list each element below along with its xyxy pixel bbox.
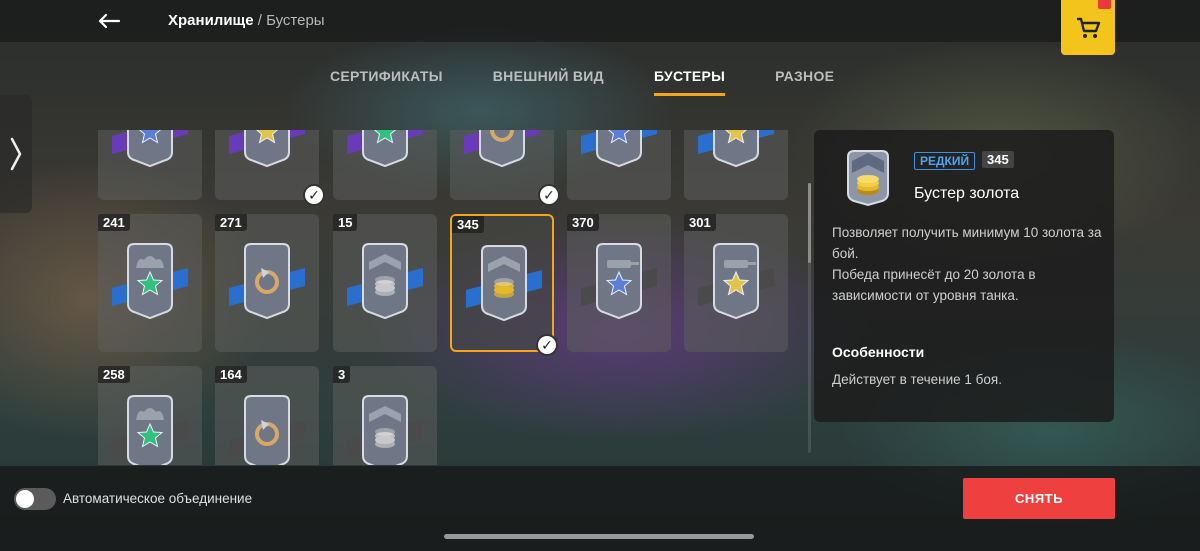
booster-card[interactable]: 258 [98,366,202,465]
booster-icon [694,130,778,181]
tab-certificates[interactable]: СЕРТИФИКАТЫ [330,60,443,96]
booster-icon [343,238,427,333]
description-line: Позволяет получить минимум 10 золота за … [832,225,1102,261]
booster-count: 370 [567,214,599,231]
booster-card[interactable]: 271 [215,214,319,352]
rarity-badge: РЕДКИЙ [914,152,976,170]
tab-boosters[interactable]: БУСТЕРЫ [653,60,726,96]
booster-count: 241 [98,214,130,231]
booster-card[interactable] [98,130,202,200]
features-text: Действует в течение 1 боя. [832,372,1002,387]
booster-card[interactable]: 3 [333,366,437,465]
breadcrumb-title[interactable]: Хранилище [168,12,254,29]
tab-misc[interactable]: РАЗНОЕ [775,60,834,96]
booster-icon [462,240,546,335]
booster-icon [577,130,661,181]
booster-icon [577,238,661,333]
booster-grid: ✓ ✓ 241 271 15 345 ✓ 370 301 258 164 3 [90,130,810,465]
booster-icon [343,130,427,181]
booster-count: 301 [684,214,716,231]
auto-merge-label: Автоматическое объединение [63,491,253,506]
booster-card[interactable] [333,130,437,200]
arrow-left-icon [98,13,121,29]
booster-icon [108,238,192,333]
side-panel-handle[interactable] [0,95,32,213]
booster-card[interactable]: 15 [333,214,437,352]
booster-icon [225,390,309,465]
booster-count: 258 [98,366,130,383]
booster-count: 345 [452,216,484,233]
breadcrumb-separator: / [257,12,262,29]
checkmark-icon: ✓ [536,334,558,356]
booster-card[interactable] [684,130,788,200]
booster-icon [225,238,309,333]
chevron-right-icon [10,137,22,171]
booster-card[interactable]: ✓ [450,130,560,206]
description-line: Победа принесёт до 20 золота в зависимос… [832,267,1036,303]
booster-count: 271 [215,214,247,231]
booster-icon [108,390,192,465]
booster-icon [225,130,309,181]
scrollbar-thumb[interactable] [808,183,811,263]
scrollbar[interactable] [808,183,811,453]
gift-icon [1098,0,1111,9]
booster-card[interactable]: 301 [684,214,788,352]
booster-icon [108,130,192,181]
features-title: Особенности [832,344,925,360]
booster-card[interactable]: ✓ [215,130,325,206]
shop-button[interactable] [1061,0,1115,55]
breadcrumb: Хранилище / Бустеры [168,12,325,29]
cart-icon [1077,17,1101,38]
remove-button[interactable]: СНЯТЬ [963,478,1115,519]
booster-card[interactable]: 164 [215,366,319,465]
toggle-knob [16,490,34,508]
booster-count: 164 [215,366,247,383]
checkmark-icon: ✓ [538,184,560,206]
auto-merge-toggle[interactable] [14,488,56,510]
tab-bar: СЕРТИФИКАТЫ ВНЕШНИЙ ВИД БУСТЕРЫ РАЗНОЕ [330,60,884,100]
booster-card[interactable]: 241 [98,214,202,352]
booster-card[interactable] [567,130,671,200]
booster-detail-panel: РЕДКИЙ 345 Бустер золота Позволяет получ… [814,130,1114,422]
booster-name: Бустер золота [914,185,1020,202]
gold-coins-booster-icon [842,147,894,212]
booster-icon [694,238,778,333]
checkmark-icon: ✓ [303,184,325,206]
booster-count: 3 [333,366,351,383]
booster-description: Позволяет получить минимум 10 золота за … [832,222,1102,306]
booster-icon [343,390,427,465]
booster-count: 15 [333,214,358,231]
booster-card[interactable]: 345 ✓ [450,214,558,356]
booster-card[interactable]: 370 [567,214,671,352]
tab-appearance[interactable]: ВНЕШНИЙ ВИД [493,60,604,96]
booster-icon [460,130,544,181]
home-indicator [444,534,754,539]
detail-count-badge: 345 [982,151,1014,168]
back-button[interactable] [92,7,126,35]
breadcrumb-subtitle: Бустеры [266,12,325,29]
